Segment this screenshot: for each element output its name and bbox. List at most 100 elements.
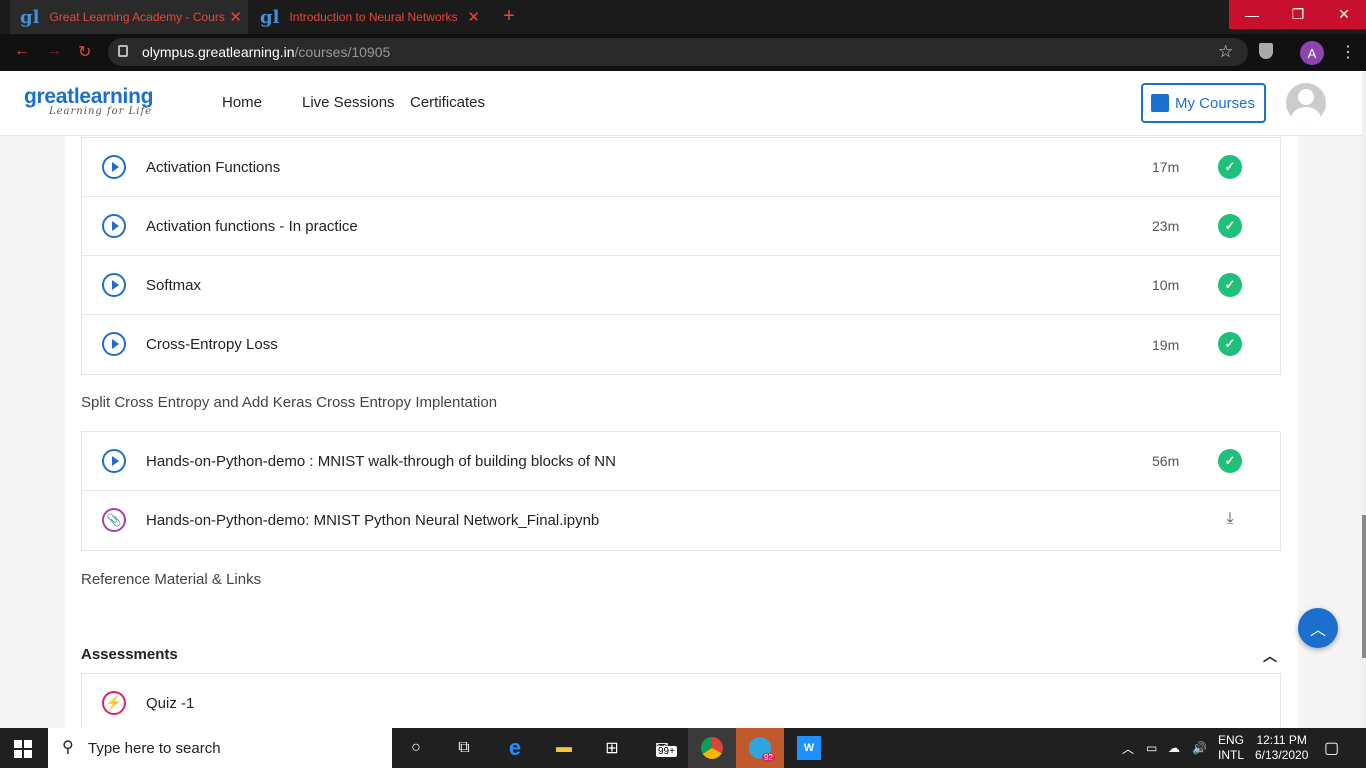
new-tab-button[interactable]: + (497, 6, 521, 28)
my-courses-button[interactable]: My Courses (1141, 83, 1266, 123)
restore-icon[interactable]: ❐ (1275, 0, 1321, 29)
assessment-list: ⚡ Quiz -1 (81, 673, 1281, 733)
clock[interactable]: 12:11 PM 6/13/2020 (1255, 728, 1308, 768)
completed-check-icon: ✓ (1218, 332, 1242, 356)
play-icon[interactable] (102, 273, 126, 297)
browser-tabbar: gl Great Learning Academy - Cours ✕ gl I… (0, 0, 1366, 34)
lang-bottom: INTL (1218, 748, 1245, 762)
show-hidden-icons-icon[interactable]: ︿ (1122, 728, 1134, 768)
lesson-duration: 17m (1152, 159, 1180, 175)
completed-check-icon: ✓ (1218, 449, 1242, 473)
book-icon (1151, 94, 1169, 112)
chrome-icon[interactable] (688, 728, 736, 768)
file-explorer-icon[interactable]: ▬ (552, 736, 576, 760)
brand-logo[interactable]: greatlearning Learning for Life (24, 85, 153, 117)
chevron-up-icon[interactable]: ︿ (1263, 646, 1277, 666)
windows-taskbar: ⚲ Type here to search ○ ⧉ e ▬ ⊞ ✉ 99+ 92… (0, 728, 1366, 768)
paperclip-icon: 📎 (102, 508, 126, 532)
list-item[interactable]: Cross-Entropy Loss 19m ✓ (82, 315, 1280, 374)
cortana-icon[interactable]: ○ (404, 736, 428, 760)
tab-label: Great Learning Academy - Cours (49, 10, 225, 24)
scroll-to-top-button[interactable]: ︿ (1298, 608, 1338, 648)
page-scrollbar-thumb[interactable] (1362, 515, 1366, 658)
bookmark-star-icon[interactable]: ☆ (1218, 42, 1233, 62)
play-icon[interactable] (102, 214, 126, 238)
address-bar[interactable]: olympus.greatlearning.in/courses/10905 (108, 38, 1248, 66)
window-controls: — ❐ ✕ (1229, 0, 1366, 29)
tab-intro-neural-networks[interactable]: gl Introduction to Neural Networks ✕ (250, 0, 486, 34)
site-header: greatlearning Learning for Life Home Liv… (0, 71, 1362, 136)
mail-badge: 99+ (656, 746, 677, 757)
list-item[interactable]: ⚡ Quiz -1 (82, 674, 1280, 733)
nav-home[interactable]: Home (222, 94, 262, 111)
great-learning-favicon-icon: gl (260, 6, 280, 28)
close-window-icon[interactable]: ✕ (1321, 0, 1366, 29)
section-heading-split-cross-entropy: Split Cross Entropy and Add Keras Cross … (81, 394, 498, 411)
taskbar-search-box[interactable]: ⚲ Type here to search (48, 728, 392, 768)
volume-icon[interactable]: 🔊 (1192, 728, 1207, 768)
back-icon[interactable]: ← (14, 42, 30, 60)
download-icon[interactable]: ⤓ (1219, 510, 1241, 532)
completed-check-icon: ✓ (1218, 273, 1242, 297)
lesson-duration: 10m (1152, 277, 1180, 293)
assessments-title: Assessments (81, 646, 178, 663)
section-heading-reference-material: Reference Material & Links (81, 571, 262, 588)
clock-time: 12:11 PM (1256, 733, 1307, 747)
completed-check-icon: ✓ (1218, 155, 1242, 179)
lesson-title[interactable]: Activation functions - In practice (146, 218, 358, 235)
onedrive-cloud-icon[interactable]: ☁ (1168, 728, 1180, 768)
play-icon[interactable] (102, 332, 126, 356)
browser-menu-icon[interactable]: ⋮ (1340, 42, 1356, 62)
quiz-title[interactable]: Quiz -1 (146, 695, 194, 712)
list-item[interactable]: Activation functions - In practice 23m ✓ (82, 197, 1280, 256)
minimize-icon[interactable]: — (1229, 0, 1275, 29)
lesson-title[interactable]: Hands-on-Python-demo : MNIST walk-throug… (146, 453, 616, 470)
telegram-badge: 92 (762, 753, 775, 762)
list-item[interactable]: Softmax 10m ✓ (82, 256, 1280, 315)
url-host: olympus.greatlearning.in (142, 44, 295, 60)
great-learning-favicon-icon: gl (20, 6, 40, 28)
action-center-icon[interactable]: ▢ (1324, 728, 1339, 768)
telegram-icon[interactable]: 92 (736, 728, 784, 768)
mail-icon[interactable]: ✉ 99+ (650, 736, 677, 760)
reload-icon[interactable]: ↻ (78, 42, 91, 62)
nav-live-sessions[interactable]: Live Sessions (302, 94, 395, 111)
search-placeholder: Type here to search (88, 739, 221, 757)
list-item[interactable]: 📎 Hands-on-Python-demo: MNIST Python Neu… (82, 491, 1280, 550)
lesson-title[interactable]: Softmax (146, 277, 201, 294)
course-content: Activation Functions 17m ✓ Activation fu… (65, 136, 1298, 733)
lightning-icon: ⚡ (102, 691, 126, 715)
nav-certificates[interactable]: Certificates (410, 94, 485, 111)
search-icon: ⚲ (62, 739, 74, 756)
clock-date: 6/13/2020 (1255, 748, 1309, 762)
play-icon[interactable] (102, 449, 126, 473)
user-avatar[interactable] (1286, 83, 1326, 123)
brand-tagline: Learning for Life (49, 106, 153, 117)
lang-top: ENG (1218, 733, 1245, 747)
language-indicator[interactable]: ENG INTL (1218, 728, 1244, 768)
close-tab-icon[interactable]: ✕ (229, 8, 242, 26)
assessments-header[interactable]: Assessments ︿ (81, 646, 1281, 674)
lesson-duration: 23m (1152, 218, 1180, 234)
browser-profile-avatar[interactable]: A (1300, 41, 1324, 65)
resource-title[interactable]: Hands-on-Python-demo: MNIST Python Neura… (146, 512, 599, 529)
extension-shield-icon[interactable] (1259, 43, 1273, 59)
list-item[interactable]: Hands-on-Python-demo : MNIST walk-throug… (82, 432, 1280, 491)
task-view-icon[interactable]: ⧉ (452, 736, 476, 760)
lesson-list-group-2: Hands-on-Python-demo : MNIST walk-throug… (81, 431, 1281, 551)
my-courses-label: My Courses (1175, 94, 1256, 112)
lock-icon (118, 45, 128, 57)
windows-start-icon[interactable] (14, 740, 32, 758)
play-icon[interactable] (102, 155, 126, 179)
tab-label: Introduction to Neural Networks (289, 10, 458, 24)
lesson-title[interactable]: Cross-Entropy Loss (146, 336, 278, 353)
battery-icon[interactable]: ▭ (1146, 728, 1157, 768)
edge-icon[interactable]: e (503, 735, 527, 760)
store-icon[interactable]: ⊞ (600, 736, 624, 760)
forward-icon[interactable]: → (46, 42, 62, 60)
close-tab-icon[interactable]: ✕ (467, 8, 480, 26)
tab-great-learning-academy[interactable]: gl Great Learning Academy - Cours ✕ (10, 0, 248, 34)
lesson-title[interactable]: Activation Functions (146, 159, 280, 176)
list-item[interactable]: Activation Functions 17m ✓ (82, 138, 1280, 197)
app-w-icon[interactable]: W (797, 736, 821, 760)
